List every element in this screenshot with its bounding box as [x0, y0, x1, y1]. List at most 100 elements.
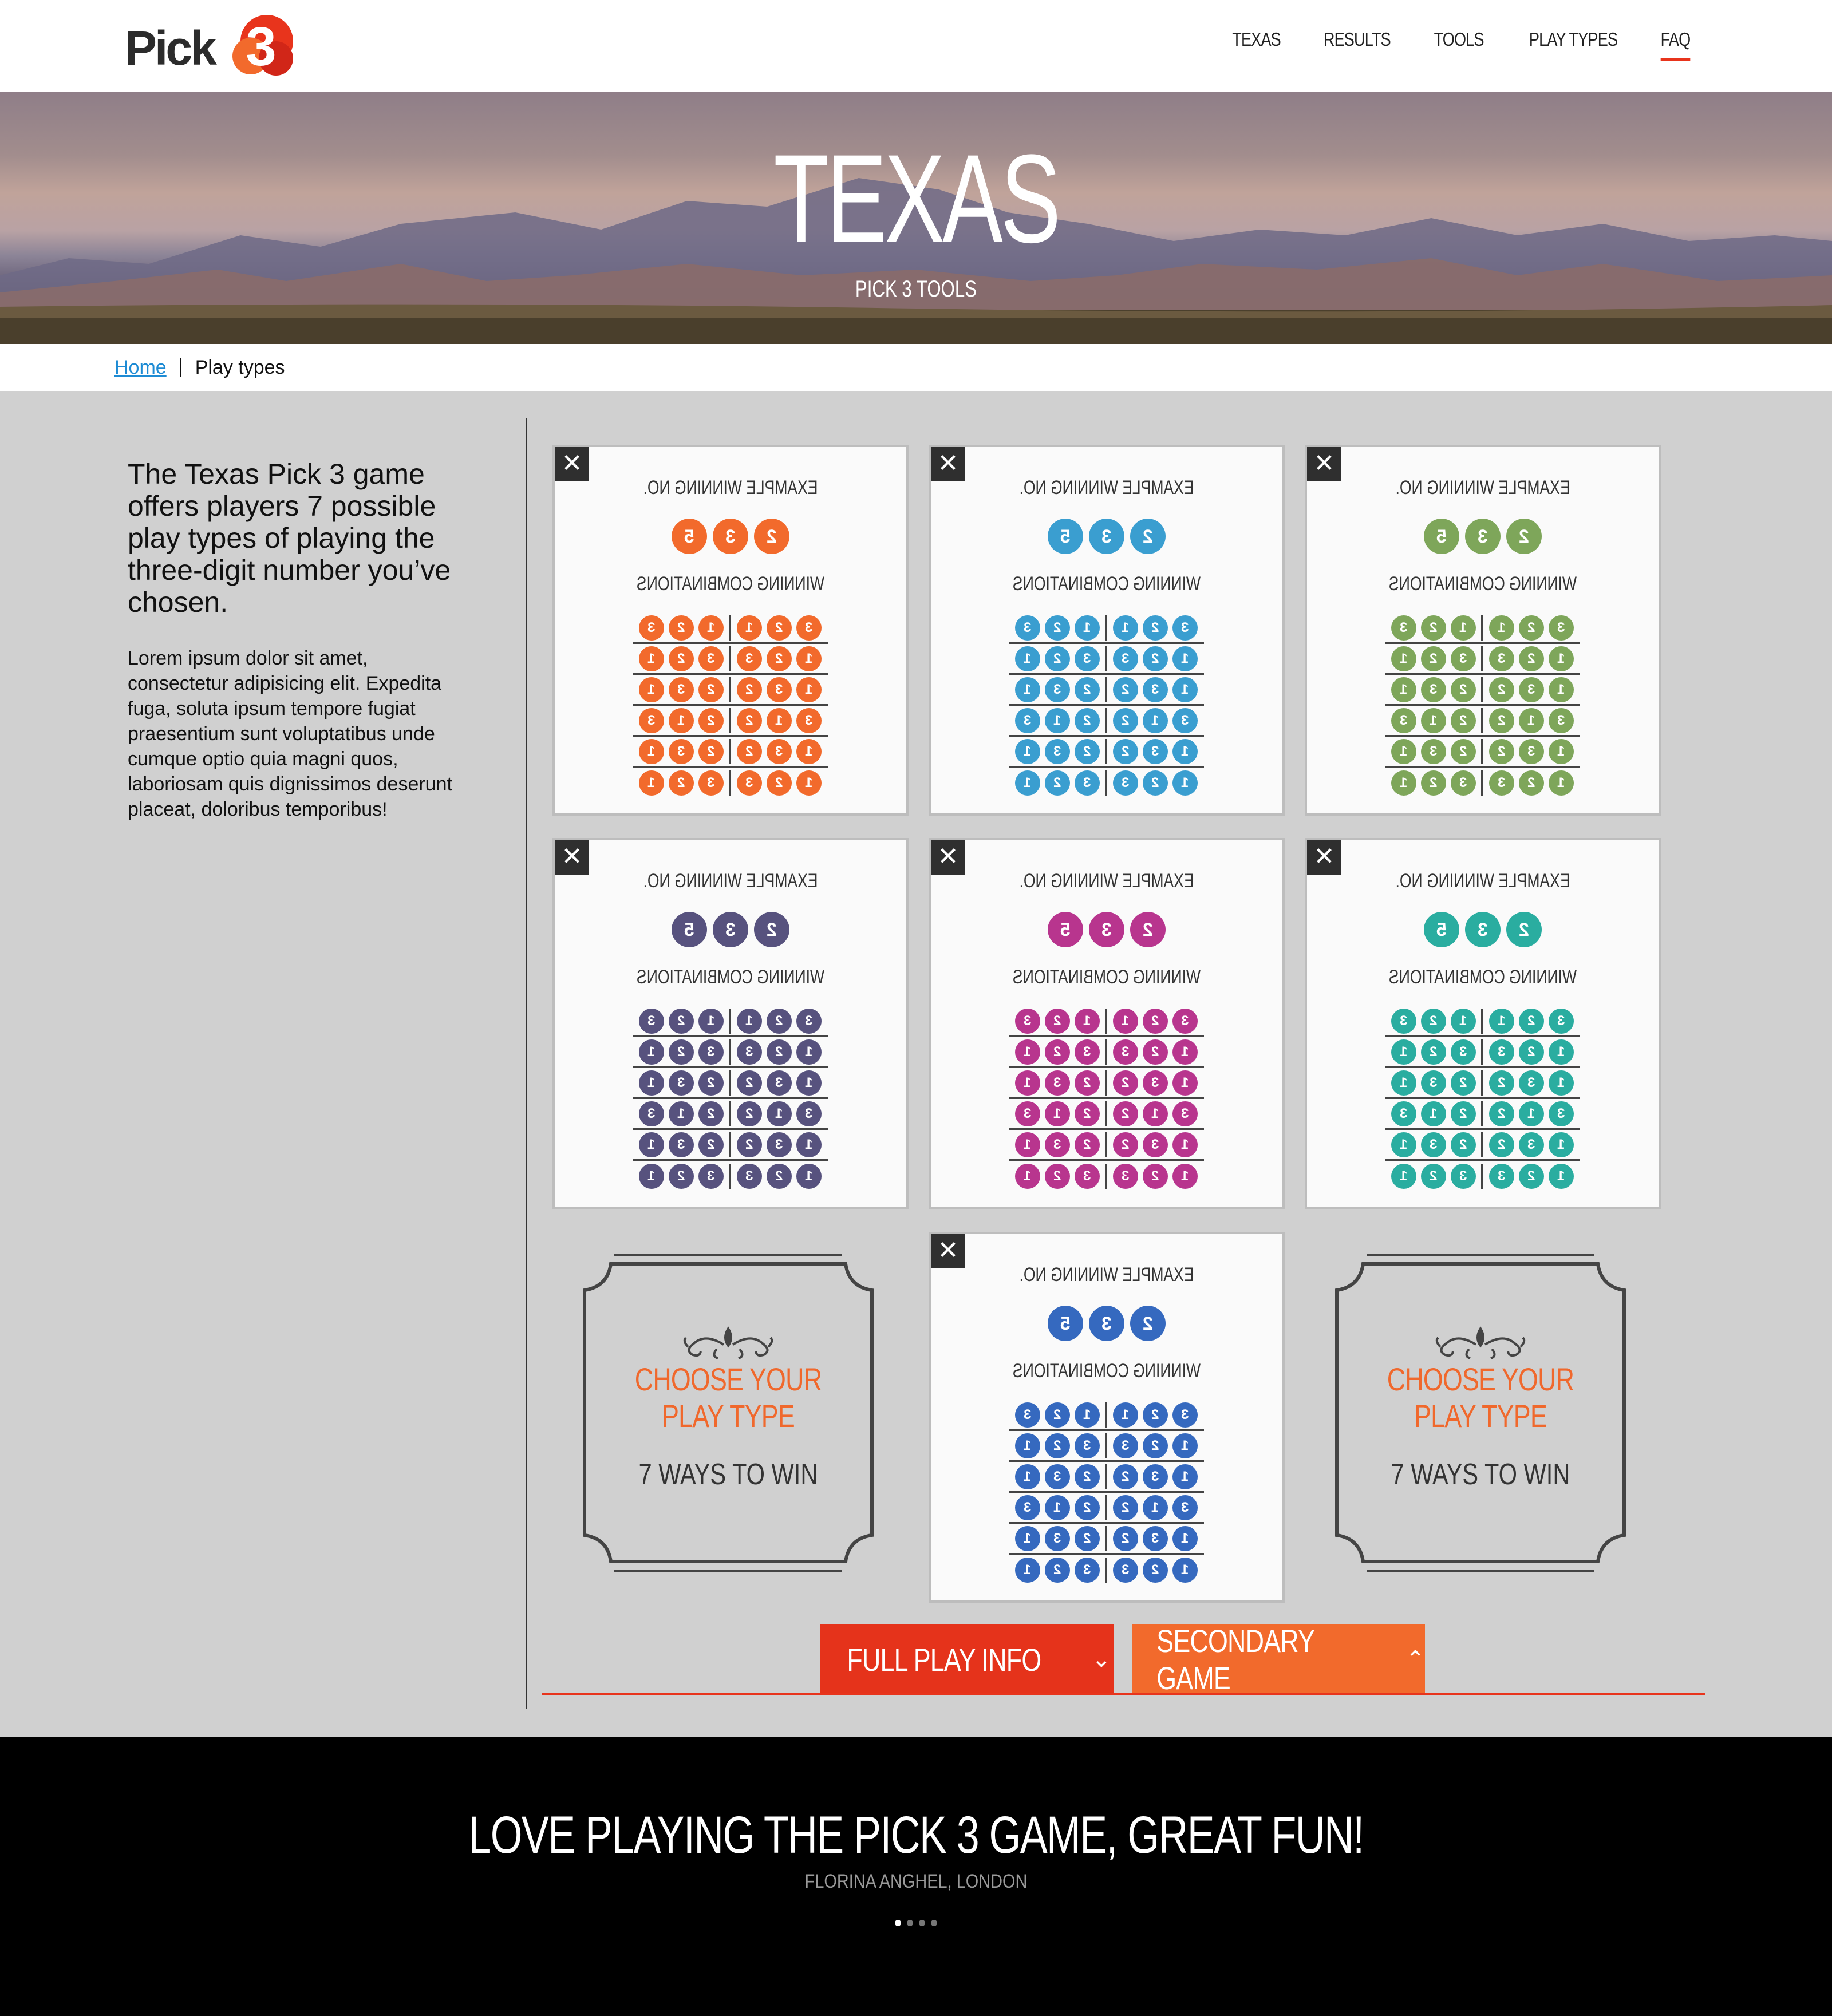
number-ball: 2	[1074, 677, 1100, 702]
number-ball: 1	[1172, 770, 1198, 796]
nav-tools[interactable]: TOOLS	[1434, 29, 1484, 61]
number-ball: 2	[1420, 770, 1446, 796]
combination-row: 132231	[633, 737, 828, 768]
number-ball: 1	[1014, 738, 1040, 764]
promo-title: CHOOSE YOUR PLAY TYPE	[1359, 1361, 1602, 1434]
number-ball: 3	[796, 707, 822, 733]
carousel-dot[interactable]	[907, 1920, 913, 1926]
number-ball: 1	[767, 707, 792, 733]
carousel-dot[interactable]	[931, 1920, 937, 1926]
number-ball: 2	[1519, 770, 1544, 796]
pick3-logo[interactable]: Pick 3	[125, 13, 297, 79]
full-play-info-button[interactable]: FULL PLAY INFO ⌄	[820, 1624, 1114, 1695]
number-ball: 1	[1172, 677, 1198, 702]
example-label: EXAMPLE WINNING NO.	[1019, 1264, 1194, 1286]
number-ball: 2	[1113, 1132, 1138, 1157]
number-ball: 5	[1048, 1306, 1083, 1341]
nav-results[interactable]: RESULTS	[1324, 29, 1391, 61]
number-ball: 2	[1044, 1008, 1070, 1034]
play-type-card[interactable]: ✕ EXAMPLE WINNING NO. 5 3 2 WINNING COMBINATI…	[931, 447, 1282, 813]
number-ball: 2	[1044, 1402, 1070, 1428]
combination-row: 123321	[1009, 768, 1204, 799]
combinations-label: WINNING COMBINATIONS	[1388, 966, 1577, 988]
combination-row: 321123	[1385, 1006, 1580, 1037]
number-ball: 5	[672, 519, 707, 554]
number-ball: 3	[698, 1039, 724, 1065]
close-icon[interactable]: ✕	[931, 447, 965, 481]
hero-banner: TEXAS PICK 3 TOOLS	[0, 92, 1832, 344]
play-type-card[interactable]: ✕ EXAMPLE WINNING NO. 5 3 2 WINNING COMBINATI…	[931, 1234, 1282, 1600]
number-ball: 2	[698, 677, 724, 702]
number-ball: 1	[698, 615, 724, 641]
close-icon[interactable]: ✕	[931, 840, 965, 875]
example-label: EXAMPLE WINNING NO.	[1395, 477, 1570, 499]
number-ball: 1	[1014, 646, 1040, 671]
number-ball: 3	[1420, 738, 1446, 764]
example-number: 532	[1307, 912, 1659, 947]
choose-play-type-promo[interactable]: CHOOSE YOUR PLAY TYPE 7 WAYS TO WIN	[1329, 1247, 1632, 1579]
number-ball: 2	[1143, 1433, 1168, 1458]
number-ball: 5	[672, 912, 707, 947]
testimonial-footer: LOVE PLAYING THE PICK 3 GAME, GREAT FUN!…	[0, 1737, 1832, 2016]
number-ball: 3	[1044, 1132, 1070, 1157]
number-ball: 1	[1549, 646, 1574, 671]
number-ball: 1	[737, 615, 762, 641]
number-ball: 3	[1089, 1306, 1124, 1341]
secondary-game-label: SECONDARY GAME	[1156, 1623, 1314, 1696]
number-ball: 2	[1450, 707, 1476, 733]
number-ball: 3	[1113, 770, 1138, 796]
nav-play-types[interactable]: PLAY TYPES	[1529, 29, 1618, 61]
number-ball: 2	[1489, 707, 1514, 733]
play-type-card[interactable]: ✕ EXAMPLE WINNING NO. 5 3 2 WINNING COMBINATI…	[555, 447, 906, 813]
number-ball: 2	[1506, 912, 1542, 947]
number-ball: 1	[737, 1008, 762, 1034]
carousel-dot[interactable]	[919, 1920, 925, 1926]
close-icon[interactable]: ✕	[1307, 840, 1341, 875]
play-type-card[interactable]: ✕ EXAMPLE WINNING NO. 5 3 2 WINNING COMBINATI…	[1307, 447, 1659, 813]
close-icon[interactable]: ✕	[555, 840, 589, 875]
promo-title-line1: CHOOSE YOUR	[634, 1361, 822, 1397]
number-ball: 3	[1143, 1525, 1168, 1551]
number-ball: 3	[1074, 1558, 1100, 1583]
number-ball: 3	[1014, 1495, 1040, 1520]
number-ball: 2	[698, 1101, 724, 1126]
logo-text: Pick	[125, 21, 217, 75]
combinations-label: WINNING COMBINATIONS	[1388, 573, 1577, 595]
nav-faq[interactable]: FAQ	[1660, 29, 1691, 61]
number-ball: 1	[796, 770, 822, 796]
close-icon[interactable]: ✕	[1307, 447, 1341, 481]
play-type-card[interactable]: ✕ EXAMPLE WINNING NO. 5 3 2 WINNING COMBINATI…	[931, 840, 1282, 1207]
secondary-game-button[interactable]: SECONDARY GAME ⌃	[1132, 1623, 1425, 1696]
number-ball: 2	[1420, 646, 1446, 671]
combinations-label: WINNING COMBINATIONS	[636, 573, 825, 595]
choose-play-type-promo[interactable]: CHOOSE YOUR PLAY TYPE 7 WAYS TO WIN	[577, 1247, 880, 1579]
close-icon[interactable]: ✕	[555, 447, 589, 481]
number-ball: 3	[737, 1039, 762, 1065]
number-ball: 1	[796, 677, 822, 702]
number-ball: 2	[1130, 912, 1166, 947]
example-label: EXAMPLE WINNING NO.	[643, 870, 818, 892]
breadcrumb-home-link[interactable]: Home	[114, 357, 167, 379]
combination-row: 123321	[633, 1161, 828, 1192]
hero-title: TEXAS	[773, 128, 1061, 269]
number-ball: 1	[1143, 1495, 1168, 1520]
number-ball: 2	[1420, 615, 1446, 641]
number-ball: 3	[1074, 1164, 1100, 1189]
number-ball: 1	[1549, 1164, 1574, 1189]
number-ball: 1	[1172, 1164, 1198, 1189]
number-ball: 2	[1044, 770, 1070, 796]
nav-texas[interactable]: TEXAS	[1232, 29, 1281, 61]
carousel-dot[interactable]	[895, 1920, 901, 1926]
number-ball: 3	[737, 1164, 762, 1189]
number-ball: 1	[1172, 1464, 1198, 1489]
number-ball: 3	[1489, 1039, 1514, 1065]
number-ball: 3	[1519, 738, 1544, 764]
play-type-card[interactable]: ✕ EXAMPLE WINNING NO. 5 3 2 WINNING COMBINATI…	[1307, 840, 1659, 1207]
number-ball: 3	[1519, 677, 1544, 702]
promo-title-line1: CHOOSE YOUR	[1387, 1361, 1574, 1397]
combinations-grid: 321123123321132231312213132231123321	[931, 613, 1282, 799]
number-ball: 3	[668, 738, 694, 764]
play-type-card[interactable]: ✕ EXAMPLE WINNING NO. 5 3 2 WINNING COMBINATI…	[555, 840, 906, 1207]
number-ball: 2	[1143, 1008, 1168, 1034]
close-icon[interactable]: ✕	[931, 1234, 965, 1268]
